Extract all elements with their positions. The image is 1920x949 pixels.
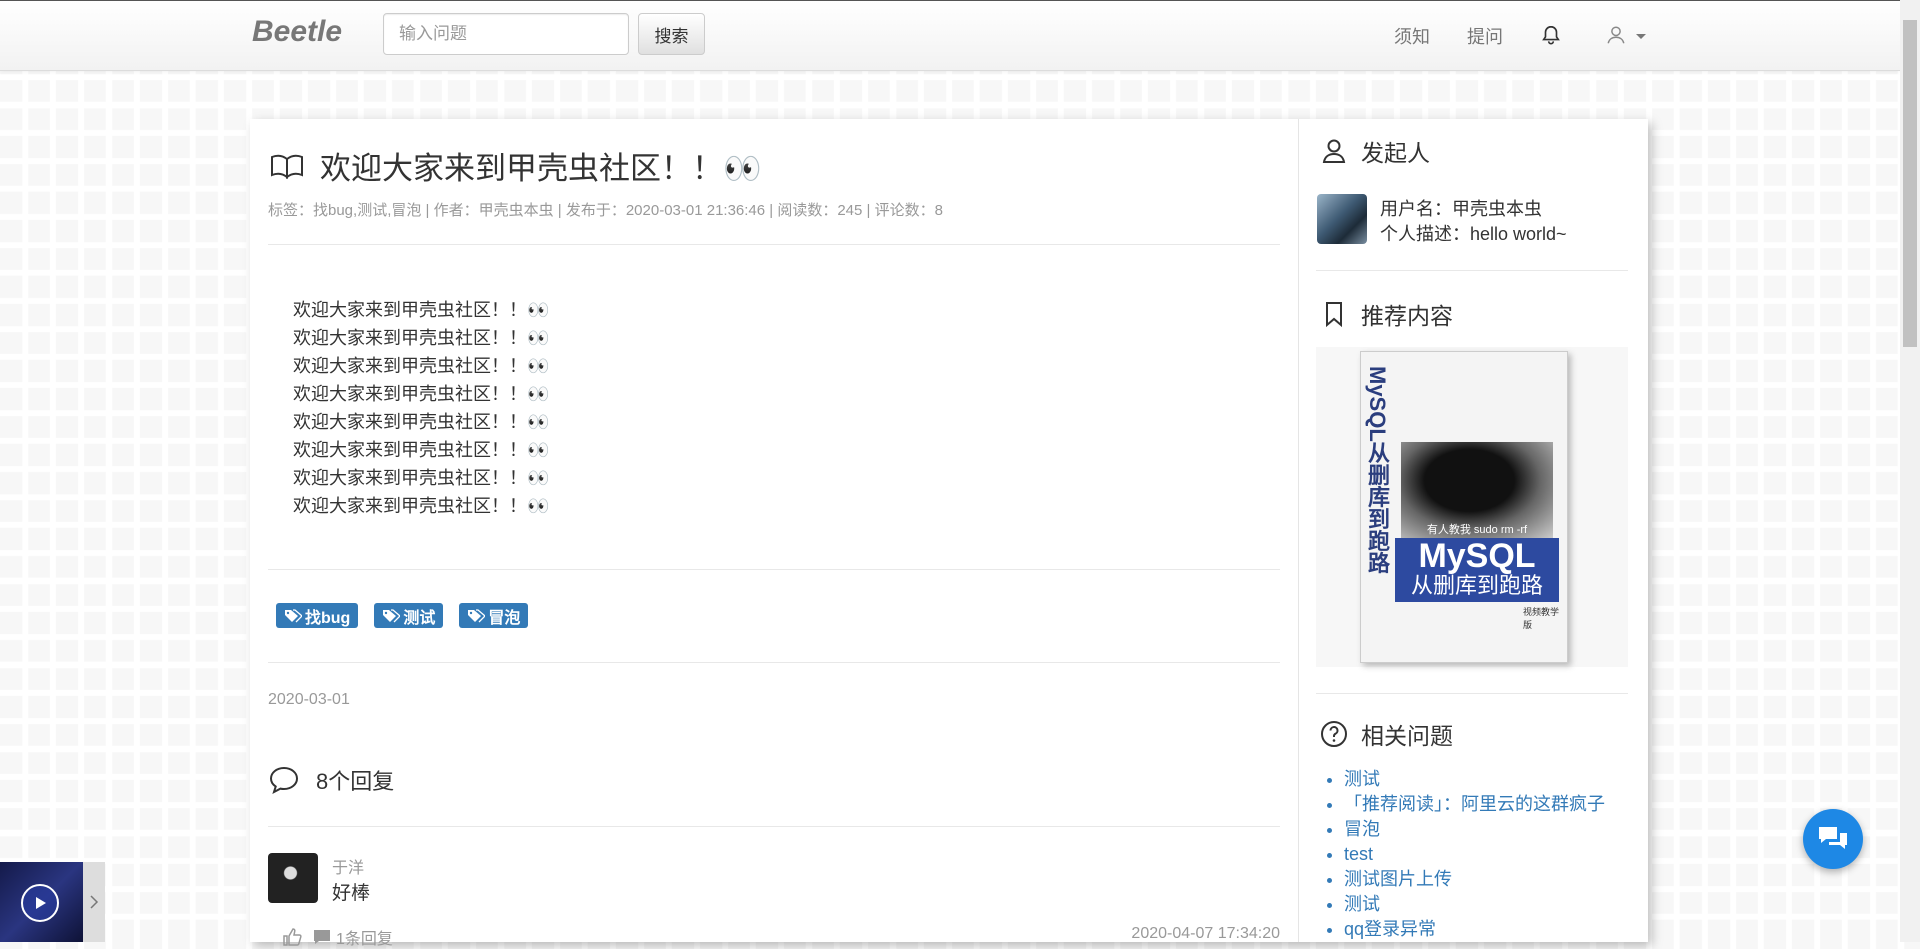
book-title-en: MySQL (1418, 537, 1536, 575)
book-spine-title: MySQL从删库到跑路 (1365, 366, 1390, 574)
replies-header: 8个回复 (268, 764, 394, 796)
tag-badge[interactable]: 测试 (374, 603, 444, 628)
comment-text: 好棒 (332, 883, 371, 904)
tag-label: 冒泡 (488, 609, 521, 627)
tag-label: 测试 (403, 609, 436, 627)
related-item: test (1344, 842, 1605, 867)
tags-icon (383, 608, 401, 622)
divider (268, 826, 1280, 827)
play-icon (36, 897, 46, 909)
search-input[interactable] (383, 13, 629, 55)
question-circle-icon (1321, 721, 1347, 747)
reply-count[interactable]: 1条回复 (336, 925, 393, 949)
related-item: 「推荐阅读」：阿里云的这群疯子 (1344, 792, 1605, 817)
content-line: 欢迎大家来到甲壳虫社区！！👀 (293, 384, 550, 404)
author-name: 用户名：甲壳虫本虫 (1380, 199, 1542, 219)
related-item: 测试 (1344, 767, 1605, 792)
book-cover: MySQL从删库到跑路 有人教我 sudo rm -rf MySQL 从删库到跑… (1360, 351, 1568, 663)
content-line: 欢迎大家来到甲壳虫社区！！👀 (293, 356, 550, 376)
scrollbar[interactable] (1900, 0, 1920, 942)
chat-button[interactable] (1803, 809, 1863, 869)
content-line: 欢迎大家来到甲壳虫社区！！👀 (293, 468, 550, 488)
related-link[interactable]: 「推荐阅读」：阿里云的这群疯子 (1344, 794, 1605, 814)
tag-badge[interactable]: 找bug (276, 603, 359, 628)
chevron-right-icon (90, 895, 99, 909)
chevron-down-icon[interactable] (1636, 34, 1646, 39)
related-item: qq登录异常 (1344, 917, 1605, 942)
post-date: 2020-03-01 (268, 691, 350, 708)
replies-title: 8个回复 (316, 769, 395, 794)
chat-bubbles-icon (1819, 827, 1847, 849)
scrollbar-thumb[interactable] (1903, 20, 1917, 347)
search-button[interactable]: 搜索 (638, 13, 705, 55)
tag-label: 找bug (305, 609, 351, 627)
tags-icon (468, 608, 486, 622)
reply-icon[interactable] (312, 928, 332, 946)
divider (1316, 693, 1628, 694)
bell-icon[interactable] (1540, 23, 1562, 47)
book-title-band: MySQL 从删库到跑路 (1395, 538, 1559, 602)
bookmark-icon (1326, 302, 1342, 328)
book-open-icon (271, 154, 303, 179)
post-title-row: 欢迎大家来到甲壳虫社区！！👀 (270, 143, 762, 188)
related-link[interactable]: 测试 (1344, 769, 1380, 789)
related-link[interactable]: qq登录异常 (1344, 919, 1436, 939)
divider (1316, 270, 1628, 271)
comment-avatar[interactable] (268, 853, 318, 903)
related-link[interactable]: 测试 (1344, 894, 1380, 914)
post-panel: 欢迎大家来到甲壳虫社区！！👀 标签：找bug,测试,冒泡 | 作者：甲壳虫本虫 … (250, 119, 1648, 948)
related-header: 相关问题 (1320, 717, 1453, 751)
music-player (0, 862, 83, 942)
related-item: 冒泡 (1344, 817, 1605, 842)
divider (268, 244, 1280, 245)
divider (268, 569, 1280, 570)
related-link[interactable]: test (1344, 844, 1373, 864)
tag-list: 找bug 测试 冒泡 (276, 603, 529, 628)
user-icon (1322, 139, 1346, 163)
comment-icon (269, 766, 299, 794)
related-item: 测试 (1344, 892, 1605, 917)
related-item: 测试图片上传 (1344, 867, 1605, 892)
book-caption: 有人教我 sudo rm -rf (1426, 524, 1528, 536)
book-edition: 视频教学版 (1523, 607, 1560, 630)
author-header: 发起人 (1320, 134, 1430, 168)
related-link[interactable]: 冒泡 (1344, 819, 1380, 839)
music-toggle[interactable] (83, 862, 105, 942)
recommend-title: 推荐内容 (1361, 303, 1453, 329)
tags-icon (285, 608, 302, 622)
content-line: 欢迎大家来到甲壳虫社区！！👀 (293, 440, 550, 460)
book-title-cn: 从删库到跑路 (1410, 573, 1543, 598)
content-line: 欢迎大家来到甲壳虫社区！！👀 (293, 328, 550, 348)
related-list: 测试 「推荐阅读」：阿里云的这群疯子 冒泡 test 测试图片上传 测试 qq登… (1320, 767, 1605, 942)
user-menu-icon[interactable] (1605, 23, 1627, 47)
post-meta: 标签：找bug,测试,冒泡 | 作者：甲壳虫本虫 | 发布于：2020-03-0… (268, 202, 943, 219)
recommended-book-image[interactable]: MySQL从删库到跑路 有人教我 sudo rm -rf MySQL 从删库到跑… (1316, 347, 1628, 667)
comment-time: 2020-04-07 17:34:20 (1131, 925, 1280, 942)
author-description: 个人描述：hello world~ (1380, 224, 1567, 244)
navbar: Beetle 搜索 须知 提问 (0, 0, 1900, 71)
tag-badge[interactable]: 冒泡 (459, 603, 529, 628)
divider (268, 662, 1280, 663)
column-divider (1298, 119, 1299, 942)
content-line: 欢迎大家来到甲壳虫社区！！👀 (293, 300, 550, 320)
nav-link-notice[interactable]: 须知 (1394, 23, 1430, 49)
author-title: 发起人 (1361, 140, 1430, 166)
recommend-header: 推荐内容 (1320, 297, 1453, 331)
content-line: 欢迎大家来到甲壳虫社区！！👀 (293, 412, 550, 432)
related-title: 相关问题 (1361, 723, 1453, 749)
thumbs-up-icon[interactable] (282, 928, 302, 946)
content-line: 欢迎大家来到甲壳虫社区！！👀 (293, 496, 550, 516)
comment-actions: 1条回复 (282, 925, 393, 949)
post-content: 欢迎大家来到甲壳虫社区！！👀 欢迎大家来到甲壳虫社区！！👀 欢迎大家来到甲壳虫社… (293, 296, 549, 520)
play-button[interactable] (21, 884, 59, 922)
post-title: 欢迎大家来到甲壳虫社区！！👀 (320, 151, 762, 186)
related-link[interactable]: 测试图片上传 (1344, 869, 1452, 889)
brand-logo[interactable]: Beetle (252, 15, 342, 49)
nav-link-ask[interactable]: 提问 (1467, 23, 1503, 49)
author-avatar[interactable] (1317, 194, 1367, 244)
comment-username[interactable]: 于洋 (332, 854, 364, 878)
